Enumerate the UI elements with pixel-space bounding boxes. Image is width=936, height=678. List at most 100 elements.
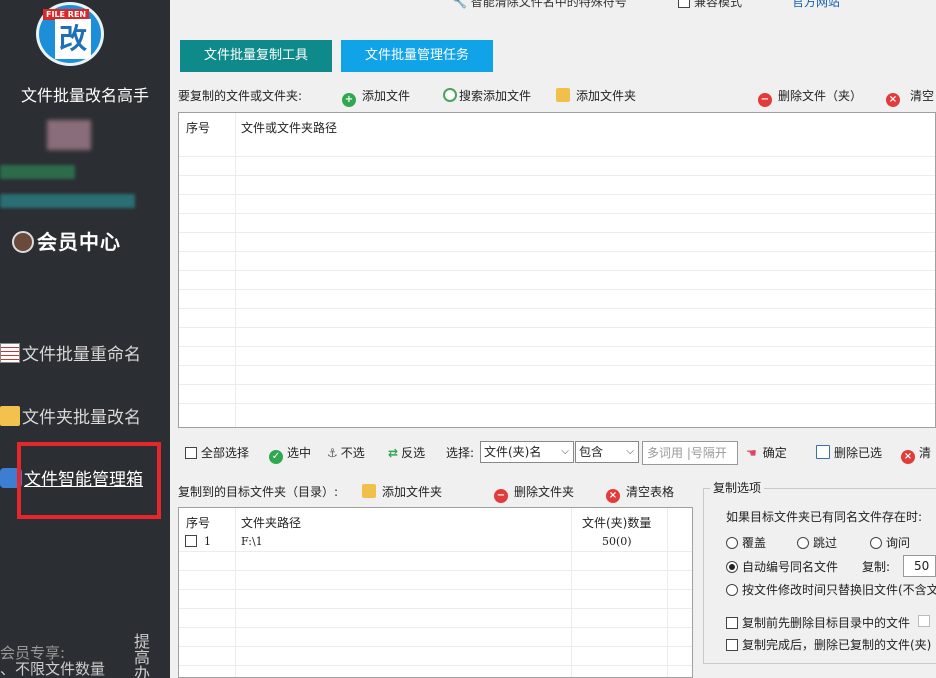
highlight-annotation-box	[17, 442, 161, 519]
column-header-path: 文件夹路径	[241, 516, 302, 530]
source-file-table[interactable]: 序号 文件或文件夹路径	[178, 112, 936, 428]
minus-icon: −	[494, 489, 508, 503]
blurred-avatar	[47, 120, 91, 150]
radio-icon	[870, 537, 882, 549]
column-header-index: 序号	[186, 121, 211, 135]
match-field-select[interactable]: 文件(夹)名 ⌵	[480, 441, 574, 463]
select-button[interactable]: ✓ 选中	[269, 443, 311, 464]
tab-batch-copy[interactable]: 文件批量复制工具	[180, 40, 332, 72]
extra-option-checkbox[interactable]	[918, 614, 934, 628]
add-file-button[interactable]: + 添加文件	[342, 86, 410, 107]
row-count: 50(0)	[602, 535, 632, 548]
checkbox-icon	[185, 447, 197, 459]
sidebar-item-label: 文件批量重命名	[22, 345, 141, 365]
conflict-label: 如果目标文件夹已有同名文件存在时:	[726, 510, 923, 524]
top-bar: 🔧 智能清除文件名中的特殊符号 兼容模式 官方网站	[170, 0, 936, 12]
target-folder-table[interactable]: 序号 文件夹路径 文件(夹)数量 1 F:\1 50(0)	[178, 507, 693, 678]
radio-icon	[726, 584, 738, 596]
clear-table-button[interactable]: × 清空表格	[606, 482, 674, 503]
row-path: F:\1	[241, 535, 263, 548]
match-mode-select[interactable]: 包含 ⌵	[575, 441, 639, 463]
checkbox-icon	[726, 639, 738, 651]
select-by-label: 选择:	[446, 446, 475, 460]
sidebar-item-file-rename[interactable]: 文件批量重命名	[0, 340, 170, 365]
delete-after-copy-checkbox[interactable]: 复制完成后，删除已复制的文件(夹)	[726, 636, 931, 653]
auto-number-radio[interactable]: 自动编号同名文件	[726, 558, 838, 575]
close-icon: ×	[606, 489, 620, 503]
confirm-button[interactable]: ☚ 确定	[746, 443, 787, 463]
keyword-input[interactable]: 多词用 |号隔开	[642, 441, 738, 465]
sidebar-item-folder-rename[interactable]: 文件夹批量改名	[0, 403, 170, 428]
close-icon: ×	[901, 450, 915, 464]
copies-input[interactable]: 50	[903, 555, 936, 577]
radio-icon	[726, 537, 738, 549]
logo-char: 改	[55, 19, 91, 59]
overwrite-radio[interactable]: 覆盖	[726, 534, 766, 551]
column-header-count: 文件(夹)数量	[582, 516, 652, 530]
upgrade-button[interactable]: 提高办	[134, 634, 152, 678]
search-icon	[443, 88, 457, 102]
invert-selection-button[interactable]: ⇄ 反选	[388, 443, 425, 463]
folder-add-icon	[556, 88, 570, 102]
app-logo: FILE REN 改	[36, 2, 104, 66]
anchor-icon: ⚓	[327, 446, 338, 460]
selection-toolbar: 全部选择 ✓ 选中 ⚓ 不选 ⇄ 反选 选择: 文件(夹)名 ⌵ 包含 ⌵ 多词用 |号隔…	[175, 441, 936, 465]
replace-by-mtime-radio[interactable]: 按文件修改时间只替换旧文件(不含文	[726, 581, 936, 598]
table-header: 序号 文件夹路径 文件(夹)数量	[179, 508, 692, 534]
vip-center-button[interactable]: 会员中心	[12, 226, 121, 255]
chevron-down-icon: ⌵	[561, 446, 569, 457]
table-header: 序号 文件或文件夹路径	[179, 113, 935, 139]
delete-target-folder-button[interactable]: − 删除文件夹	[494, 482, 574, 503]
app-title: 文件批量改名高手	[20, 86, 149, 105]
add-folder-button[interactable]: 添加文件夹	[556, 86, 636, 106]
delete-selected-button[interactable]: 删除已选	[816, 443, 882, 463]
search-add-file-button[interactable]: 搜索添加文件	[443, 86, 531, 106]
copy-options-title: 复制选项	[710, 479, 765, 496]
copies-label: 复制:	[862, 560, 891, 574]
sidebar-item-label: 文件夹批量改名	[22, 408, 141, 428]
target-section-label: 复制到的目标文件夹（目录）:	[178, 485, 339, 499]
ask-radio[interactable]: 询问	[870, 534, 910, 551]
table-row[interactable]: 1 F:\1 50(0)	[179, 532, 692, 551]
blurred-user-info	[0, 194, 135, 208]
chevron-down-icon: ⌵	[626, 446, 634, 457]
radio-icon	[797, 537, 809, 549]
source-toolbar: 要复制的文件或文件夹: + 添加文件 搜索添加文件 添加文件夹 − 删除文件（夹） …	[175, 86, 936, 107]
row-index: 1	[204, 535, 211, 548]
vip-center-label: 会员中心	[37, 230, 121, 254]
source-section-label: 要复制的文件或文件夹:	[178, 89, 303, 103]
radio-selected-icon	[726, 561, 738, 573]
window-delete-icon	[816, 445, 830, 459]
minus-icon: −	[758, 93, 772, 107]
column-header-path: 文件或文件夹路径	[241, 121, 338, 135]
clean-special-chars-button[interactable]: 🔧 智能清除文件名中的特殊符号	[452, 0, 627, 10]
folder-add-icon	[362, 484, 376, 498]
clear-list-button[interactable]: × 清空	[886, 86, 934, 107]
swap-icon: ⇄	[388, 446, 399, 460]
official-website-link[interactable]: 官方网站	[792, 0, 840, 10]
folder-icon	[0, 406, 20, 426]
check-icon: ✓	[269, 450, 283, 464]
vip-avatar-icon	[12, 231, 34, 253]
select-all-checkbox[interactable]: 全部选择	[185, 443, 249, 463]
compat-mode-checkbox[interactable]: 兼容模式	[678, 0, 742, 10]
unselect-button[interactable]: ⚓ 不选	[327, 443, 365, 463]
tab-batch-manage[interactable]: 文件批量管理任务	[341, 40, 493, 72]
clear-selection-button[interactable]: × 清	[901, 443, 931, 464]
blurred-user-info	[0, 165, 75, 179]
member-perk-line: 、不限文件数量	[0, 660, 106, 678]
row-checkbox[interactable]	[185, 535, 197, 547]
column-header-index: 序号	[186, 516, 211, 530]
add-target-folder-button[interactable]: 添加文件夹	[362, 482, 442, 502]
close-icon: ×	[886, 93, 900, 107]
checkbox-icon	[918, 615, 930, 627]
skip-radio[interactable]: 跳过	[797, 534, 837, 551]
checkbox-icon	[678, 0, 690, 8]
sidebar: FILE REN 改 文件批量改名高手 会员中心 文件批量重命名 文件夹批量改名…	[0, 0, 170, 678]
plus-icon: +	[342, 93, 356, 107]
checkbox-icon	[726, 617, 738, 629]
delete-file-button[interactable]: − 删除文件（夹）	[758, 86, 862, 107]
hand-icon: ☚	[746, 446, 757, 460]
delete-before-copy-checkbox[interactable]: 复制前先删除目标目录中的文件	[726, 614, 910, 631]
document-list-icon	[0, 343, 20, 363]
